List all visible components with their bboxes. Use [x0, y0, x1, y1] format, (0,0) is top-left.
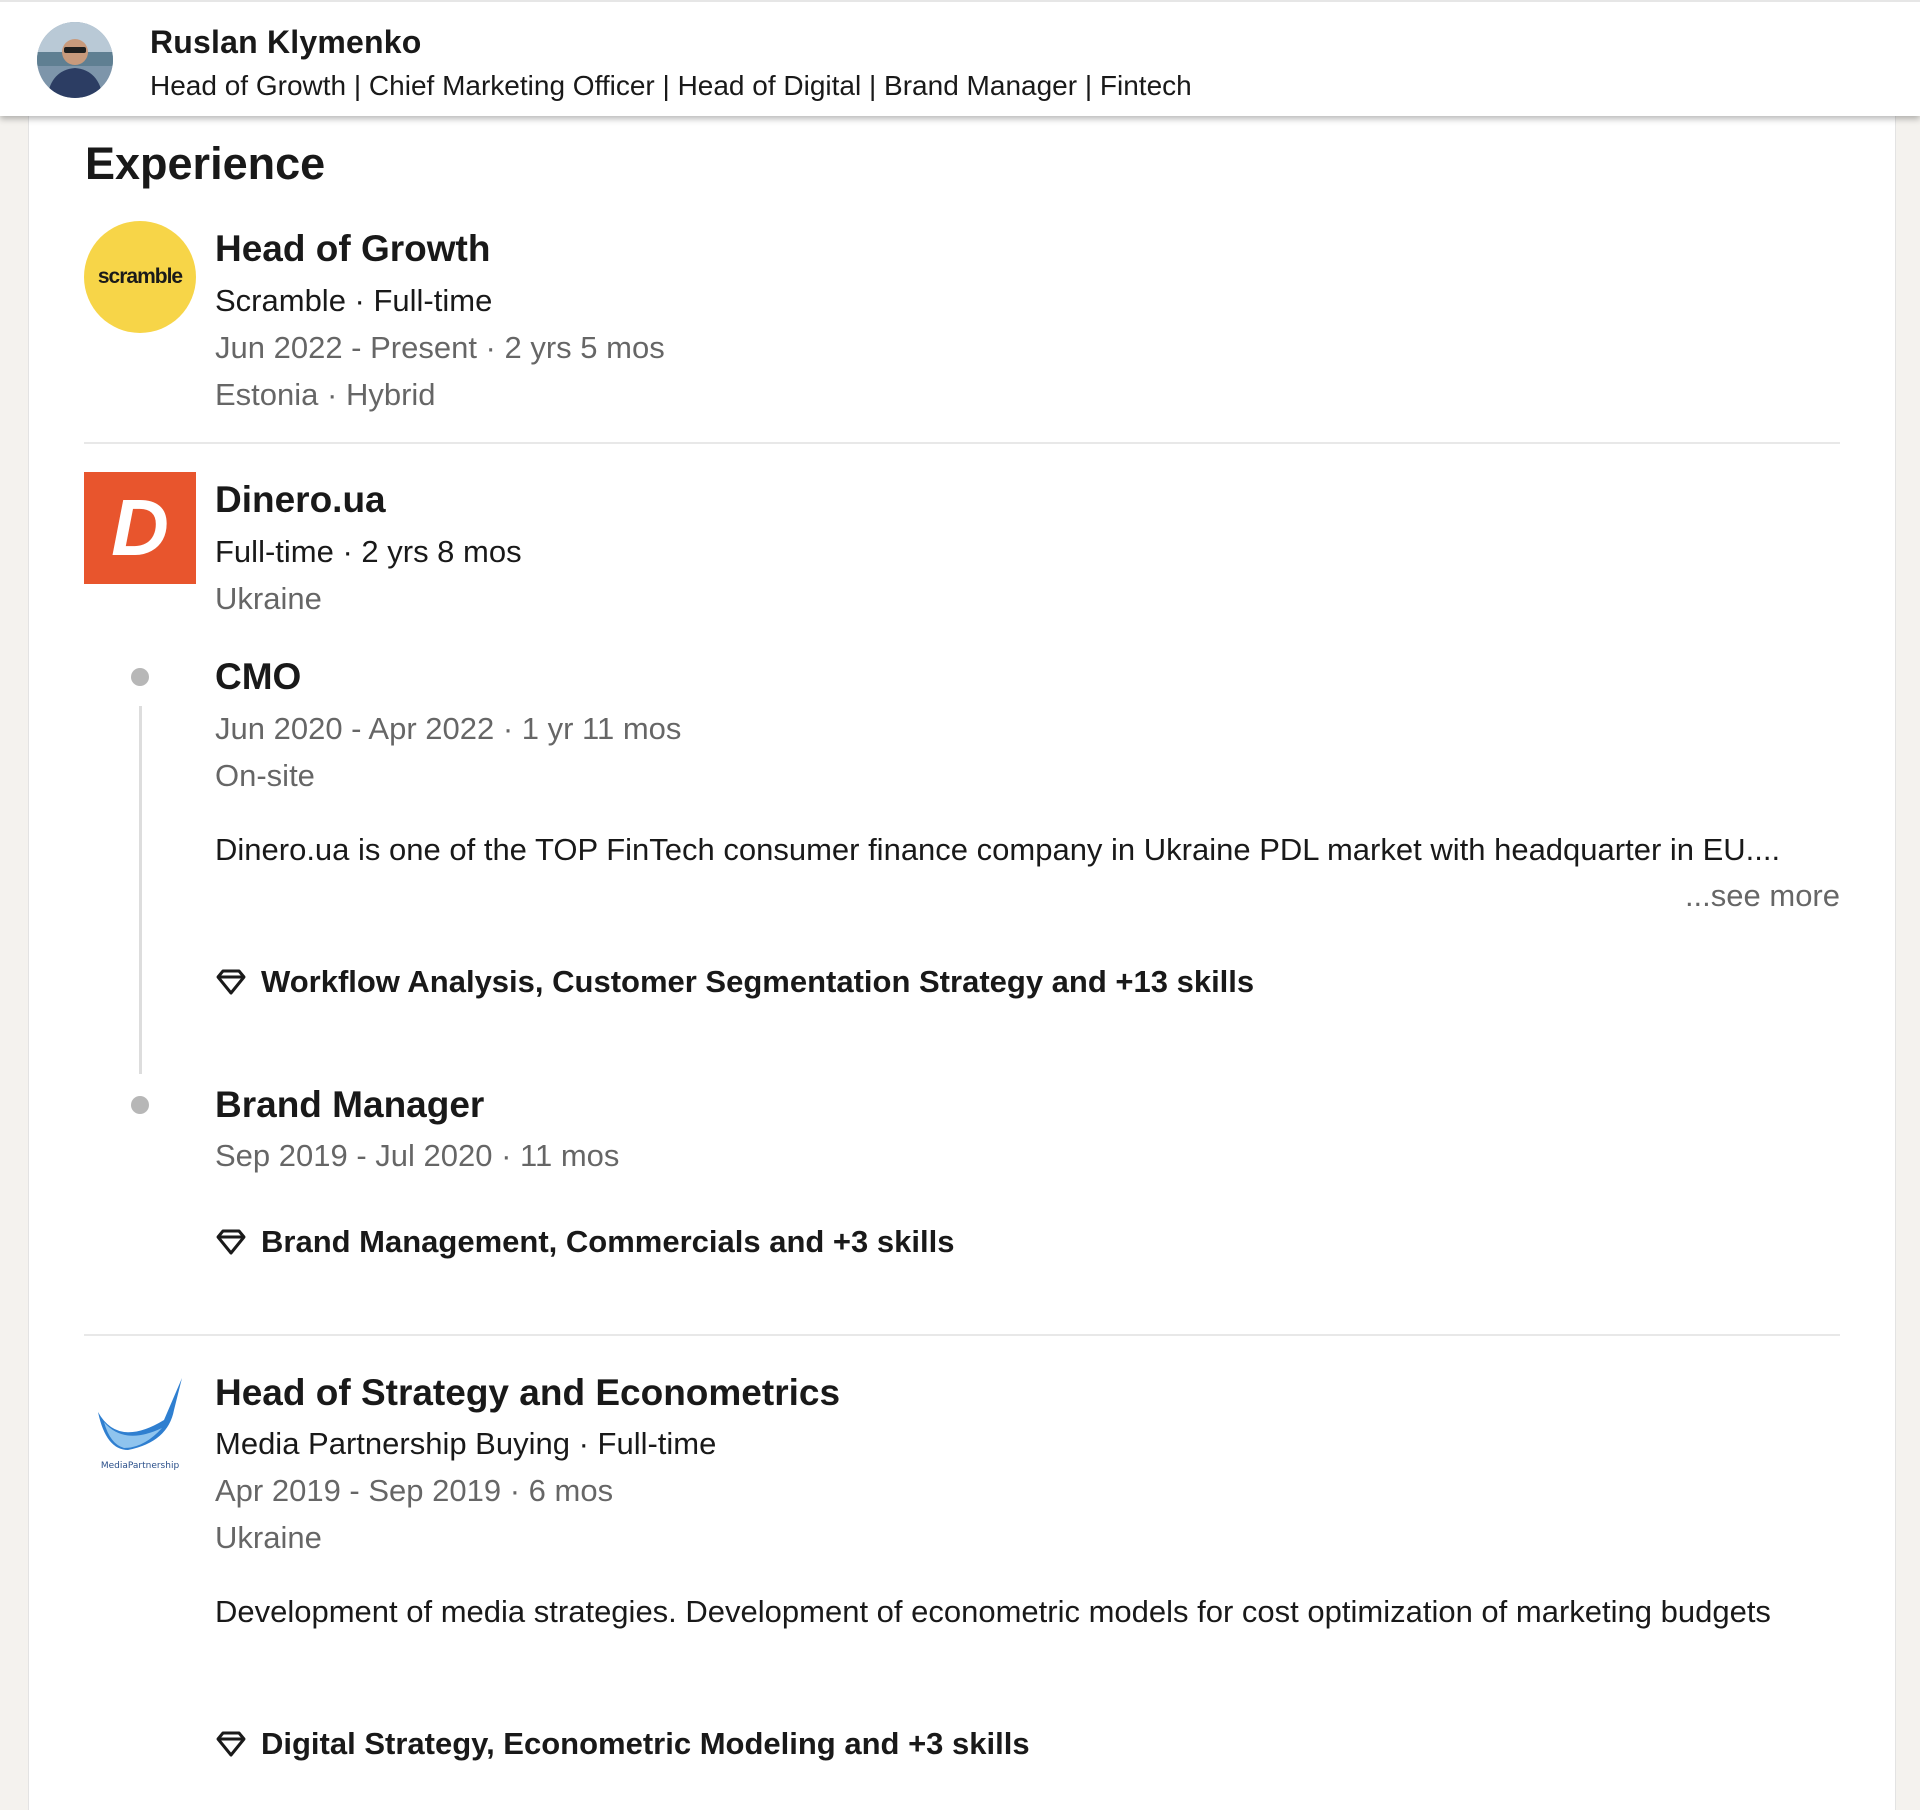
company-name[interactable]: Dinero.ua [215, 479, 386, 521]
job-description: Development of media strategies. Develop… [215, 1594, 1771, 1629]
company-line: Media Partnership Buying · Full-time [215, 1426, 717, 1461]
timeline-line [139, 706, 142, 1074]
job-location: Ukraine [215, 1520, 322, 1555]
role-dates: Sep 2019 - Jul 2020 · 11 mos [215, 1138, 620, 1173]
profile-name: Ruslan Klymenko [150, 24, 422, 60]
role-description: Dinero.ua is one of the TOP FinTech cons… [215, 832, 1781, 867]
job-title[interactable]: Head of Growth [215, 228, 490, 270]
job-location: Estonia · Hybrid [215, 377, 436, 412]
company-line: Full-time · 2 yrs 8 mos [215, 534, 522, 569]
skills-text: Brand Management, Commercials and +3 ski… [261, 1224, 955, 1259]
company-logo-dinero[interactable]: D [84, 472, 196, 584]
profile-headline: Head of Growth | Chief Marketing Officer… [150, 70, 1192, 101]
skills-text: Workflow Analysis, Customer Segmentation… [261, 964, 1255, 999]
company-location: Ukraine [215, 581, 322, 616]
job-dates: Jun 2022 - Present · 2 yrs 5 mos [215, 330, 665, 365]
company-logo-scramble[interactable]: scramble [84, 221, 196, 333]
diamond-icon [216, 1229, 246, 1255]
diamond-icon [216, 969, 246, 995]
timeline-dot [131, 668, 149, 686]
job-title[interactable]: Head of Strategy and Econometrics [215, 1372, 840, 1414]
section-title: Experience [85, 138, 326, 189]
skills-row[interactable]: Workflow Analysis, Customer Segmentation… [215, 964, 1254, 1000]
divider [84, 442, 1840, 444]
company-line: Scramble · Full-time [215, 283, 493, 318]
role-dates: Jun 2020 - Apr 2022 · 1 yr 11 mos [215, 711, 682, 746]
job-dates: Apr 2019 - Sep 2019 · 6 mos [215, 1473, 614, 1508]
logo-text: scramble [97, 265, 183, 288]
company-logo-mediapartnership[interactable]: MediaPartnership [84, 1370, 196, 1482]
profile-header: Ruslan Klymenko Head of Growth | Chief M… [0, 0, 1920, 116]
logo-text: D [111, 483, 169, 572]
skills-row[interactable]: Digital Strategy, Econometric Modeling a… [215, 1726, 1030, 1762]
diamond-icon [216, 1731, 246, 1757]
role-title[interactable]: Brand Manager [215, 1084, 484, 1126]
role-location: On-site [215, 758, 315, 793]
role-title[interactable]: CMO [215, 656, 301, 698]
see-more-link[interactable]: ...see more [1685, 878, 1840, 914]
skills-row[interactable]: Brand Management, Commercials and +3 ski… [215, 1224, 954, 1260]
divider [84, 1334, 1840, 1336]
timeline-dot [131, 1096, 149, 1114]
skills-text: Digital Strategy, Econometric Modeling a… [261, 1726, 1030, 1761]
avatar[interactable] [37, 22, 113, 98]
logo-text: MediaPartnership [101, 1461, 180, 1471]
